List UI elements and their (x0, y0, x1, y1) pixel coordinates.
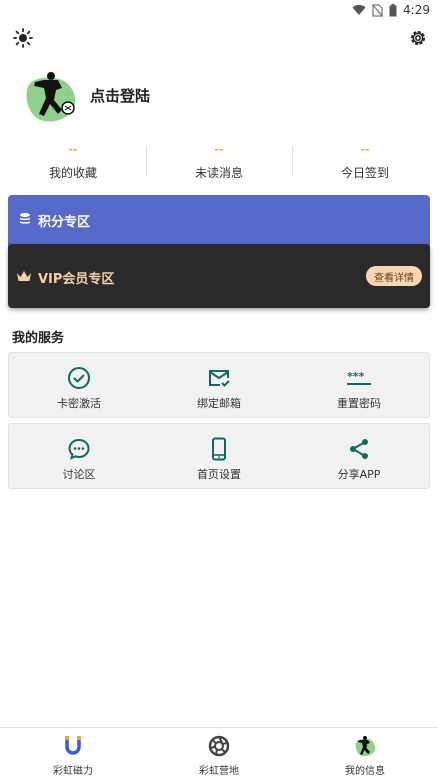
vip-zone-card[interactable]: VIP会员专区 查看详情 (8, 244, 430, 308)
vip-zone-title: VIP会员专区 (38, 272, 115, 287)
share-icon (346, 436, 372, 462)
no-sim-icon (372, 3, 384, 17)
service-card-activation[interactable]: 卡密激活 (9, 353, 149, 417)
bottom-navigation: 彩虹磁力 彩虹营地 我的信息 (0, 727, 438, 780)
nav-label: 我的信息 (345, 766, 385, 777)
services-title: 我的服务 (12, 331, 65, 346)
service-reset-password[interactable]: *** 重置密码 (289, 353, 429, 417)
mail-check-icon (206, 365, 232, 391)
stat-value: -- (360, 143, 370, 156)
stat-favorites[interactable]: -- 我的收藏 (0, 143, 146, 181)
services-grid-row-1: 卡密激活 绑定邮箱 *** 重置密码 (8, 352, 430, 418)
avatar-icon (353, 734, 377, 758)
service-bind-email[interactable]: 绑定邮箱 (149, 353, 289, 417)
theme-toggle-sun-icon[interactable] (11, 26, 35, 50)
phone-icon (206, 436, 232, 462)
nav-my-info[interactable]: 我的信息 (292, 728, 438, 780)
settings-gear-icon[interactable] (406, 26, 430, 50)
service-discussion[interactable]: 讨论区 (9, 424, 149, 488)
nav-label: 彩虹磁力 (53, 766, 93, 777)
stat-daily-checkin[interactable]: -- 今日签到 (292, 144, 438, 180)
stat-value: -- (68, 143, 78, 156)
camera-aperture-icon (207, 734, 231, 758)
service-label: 讨论区 (62, 468, 96, 481)
service-label: 重置密码 (337, 397, 381, 410)
check-circle-icon (66, 365, 92, 391)
service-label: 首页设置 (197, 468, 241, 481)
vip-details-button[interactable]: 查看详情 (366, 266, 422, 286)
crown-icon (16, 270, 32, 286)
nav-rainbow-magnet[interactable]: 彩虹磁力 (0, 728, 146, 780)
service-label: 绑定邮箱 (197, 397, 241, 410)
stat-label: 未读消息 (194, 166, 243, 180)
login-label[interactable]: 点击登陆 (90, 85, 150, 106)
points-zone-title: 积分专区 (38, 215, 91, 230)
wifi-icon (352, 4, 366, 16)
stat-unread-messages[interactable]: -- 未读消息 (146, 144, 292, 180)
chat-icon (66, 436, 92, 462)
battery-icon (389, 3, 397, 17)
nav-rainbow-camp[interactable]: 彩虹营地 (146, 728, 292, 780)
service-share-app[interactable]: 分享APP (289, 424, 429, 488)
top-bar (0, 26, 438, 50)
status-bar: 4:29 (0, 0, 438, 20)
avatar[interactable] (22, 66, 80, 124)
password-icon: *** (346, 365, 372, 391)
service-home-settings[interactable]: 首页设置 (149, 424, 289, 488)
svg-text:***: *** (347, 370, 365, 383)
profile-header[interactable]: 点击登陆 (22, 66, 150, 124)
status-time: 4:29 (403, 3, 430, 17)
stat-label: 今日签到 (340, 166, 389, 180)
stat-value: -- (214, 143, 224, 156)
service-label: 分享APP (337, 468, 381, 481)
service-label: 卡密激活 (57, 397, 101, 410)
services-grid-row-2: 讨论区 首页设置 分享APP (8, 423, 430, 489)
coins-icon (18, 212, 32, 230)
stat-label: 我的收藏 (48, 166, 97, 180)
stats-row: -- 我的收藏 -- 未读消息 -- 今日签到 (0, 143, 438, 181)
magnet-icon (61, 734, 85, 758)
nav-label: 彩虹营地 (199, 766, 239, 777)
